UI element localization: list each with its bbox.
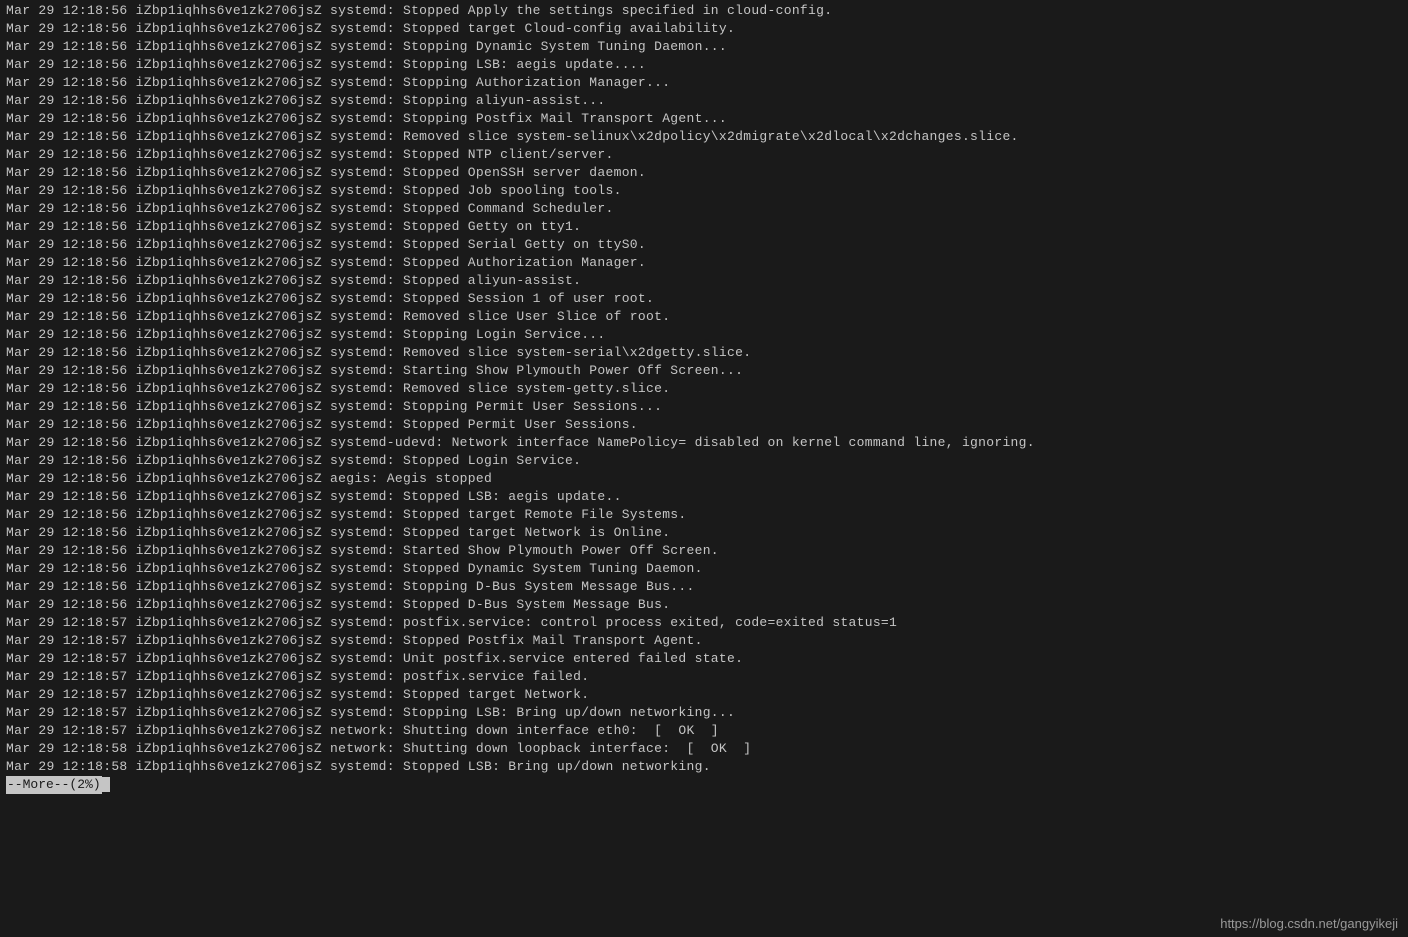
pager-more-prompt: --More--(2%) [6, 776, 102, 794]
log-line: Mar 29 12:18:58 iZbp1iqhhs6ve1zk2706jsZ … [6, 758, 1402, 776]
log-line: Mar 29 12:18:56 iZbp1iqhhs6ve1zk2706jsZ … [6, 20, 1402, 38]
log-line: Mar 29 12:18:56 iZbp1iqhhs6ve1zk2706jsZ … [6, 524, 1402, 542]
log-line: Mar 29 12:18:56 iZbp1iqhhs6ve1zk2706jsZ … [6, 560, 1402, 578]
log-line: Mar 29 12:18:56 iZbp1iqhhs6ve1zk2706jsZ … [6, 128, 1402, 146]
log-line: Mar 29 12:18:56 iZbp1iqhhs6ve1zk2706jsZ … [6, 362, 1402, 380]
log-line: Mar 29 12:18:56 iZbp1iqhhs6ve1zk2706jsZ … [6, 416, 1402, 434]
log-line: Mar 29 12:18:56 iZbp1iqhhs6ve1zk2706jsZ … [6, 146, 1402, 164]
log-line: Mar 29 12:18:56 iZbp1iqhhs6ve1zk2706jsZ … [6, 470, 1402, 488]
log-line: Mar 29 12:18:56 iZbp1iqhhs6ve1zk2706jsZ … [6, 182, 1402, 200]
log-line: Mar 29 12:18:57 iZbp1iqhhs6ve1zk2706jsZ … [6, 614, 1402, 632]
log-line: Mar 29 12:18:56 iZbp1iqhhs6ve1zk2706jsZ … [6, 578, 1402, 596]
log-line: Mar 29 12:18:56 iZbp1iqhhs6ve1zk2706jsZ … [6, 2, 1402, 20]
log-line: Mar 29 12:18:56 iZbp1iqhhs6ve1zk2706jsZ … [6, 434, 1402, 452]
log-line: Mar 29 12:18:57 iZbp1iqhhs6ve1zk2706jsZ … [6, 722, 1402, 740]
log-line: Mar 29 12:18:56 iZbp1iqhhs6ve1zk2706jsZ … [6, 74, 1402, 92]
log-line: Mar 29 12:18:56 iZbp1iqhhs6ve1zk2706jsZ … [6, 272, 1402, 290]
log-line: Mar 29 12:18:56 iZbp1iqhhs6ve1zk2706jsZ … [6, 236, 1402, 254]
log-line: Mar 29 12:18:56 iZbp1iqhhs6ve1zk2706jsZ … [6, 308, 1402, 326]
log-line: Mar 29 12:18:56 iZbp1iqhhs6ve1zk2706jsZ … [6, 542, 1402, 560]
log-line: Mar 29 12:18:56 iZbp1iqhhs6ve1zk2706jsZ … [6, 326, 1402, 344]
log-line: Mar 29 12:18:57 iZbp1iqhhs6ve1zk2706jsZ … [6, 704, 1402, 722]
terminal-output[interactable]: Mar 29 12:18:56 iZbp1iqhhs6ve1zk2706jsZ … [6, 2, 1402, 776]
log-line: Mar 29 12:18:56 iZbp1iqhhs6ve1zk2706jsZ … [6, 164, 1402, 182]
log-line: Mar 29 12:18:56 iZbp1iqhhs6ve1zk2706jsZ … [6, 452, 1402, 470]
log-line: Mar 29 12:18:56 iZbp1iqhhs6ve1zk2706jsZ … [6, 506, 1402, 524]
log-line: Mar 29 12:18:56 iZbp1iqhhs6ve1zk2706jsZ … [6, 110, 1402, 128]
log-line: Mar 29 12:18:57 iZbp1iqhhs6ve1zk2706jsZ … [6, 668, 1402, 686]
log-line: Mar 29 12:18:56 iZbp1iqhhs6ve1zk2706jsZ … [6, 254, 1402, 272]
log-line: Mar 29 12:18:58 iZbp1iqhhs6ve1zk2706jsZ … [6, 740, 1402, 758]
cursor [102, 777, 110, 792]
log-line: Mar 29 12:18:56 iZbp1iqhhs6ve1zk2706jsZ … [6, 218, 1402, 236]
log-line: Mar 29 12:18:56 iZbp1iqhhs6ve1zk2706jsZ … [6, 38, 1402, 56]
log-line: Mar 29 12:18:56 iZbp1iqhhs6ve1zk2706jsZ … [6, 344, 1402, 362]
log-line: Mar 29 12:18:56 iZbp1iqhhs6ve1zk2706jsZ … [6, 398, 1402, 416]
log-line: Mar 29 12:18:57 iZbp1iqhhs6ve1zk2706jsZ … [6, 632, 1402, 650]
log-line: Mar 29 12:18:56 iZbp1iqhhs6ve1zk2706jsZ … [6, 200, 1402, 218]
watermark: https://blog.csdn.net/gangyikeji [1220, 915, 1398, 933]
log-line: Mar 29 12:18:57 iZbp1iqhhs6ve1zk2706jsZ … [6, 650, 1402, 668]
more-prompt-row[interactable]: --More--(2%) [6, 776, 1402, 794]
log-line: Mar 29 12:18:57 iZbp1iqhhs6ve1zk2706jsZ … [6, 686, 1402, 704]
log-line: Mar 29 12:18:56 iZbp1iqhhs6ve1zk2706jsZ … [6, 380, 1402, 398]
log-line: Mar 29 12:18:56 iZbp1iqhhs6ve1zk2706jsZ … [6, 596, 1402, 614]
log-line: Mar 29 12:18:56 iZbp1iqhhs6ve1zk2706jsZ … [6, 290, 1402, 308]
log-line: Mar 29 12:18:56 iZbp1iqhhs6ve1zk2706jsZ … [6, 56, 1402, 74]
log-line: Mar 29 12:18:56 iZbp1iqhhs6ve1zk2706jsZ … [6, 488, 1402, 506]
log-line: Mar 29 12:18:56 iZbp1iqhhs6ve1zk2706jsZ … [6, 92, 1402, 110]
